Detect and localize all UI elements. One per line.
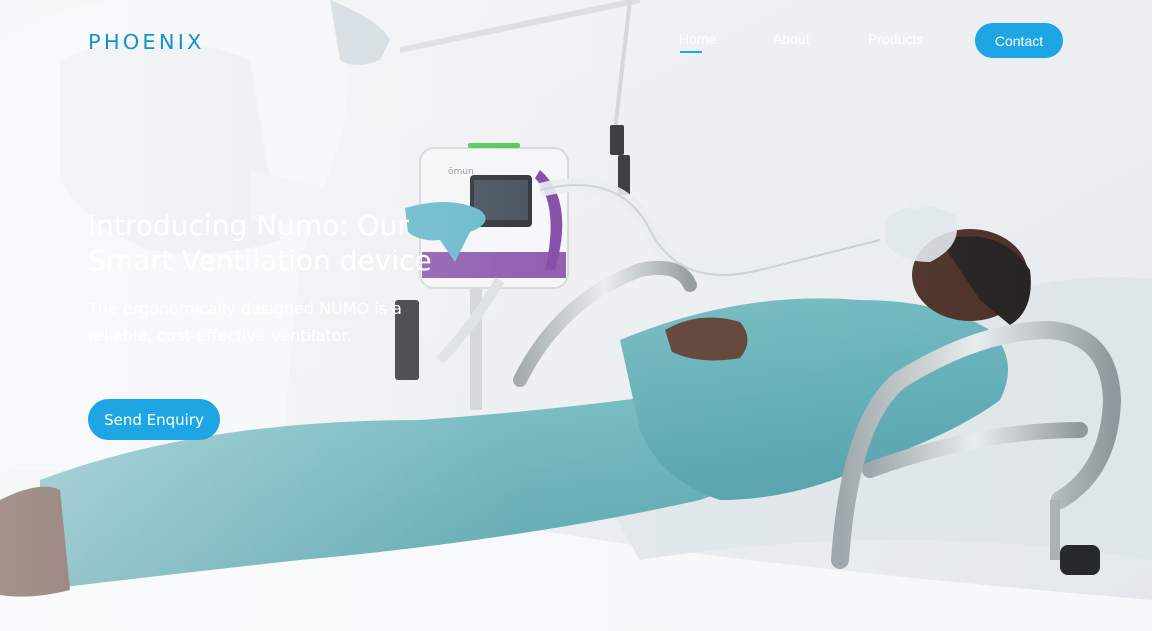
- brand-logo[interactable]: PHOENIX: [88, 30, 205, 54]
- nav-link-home[interactable]: Home: [679, 31, 716, 47]
- contact-button[interactable]: Contact: [975, 23, 1063, 58]
- nav-link-about[interactable]: About: [773, 31, 810, 47]
- send-enquiry-button[interactable]: Send Enquiry: [88, 399, 220, 440]
- nav-active-indicator: [680, 51, 702, 53]
- hero-title: Introducing Numo: Our Smart Ventilation …: [88, 209, 432, 277]
- site-header: PHOENIX Home About Products Contact: [0, 0, 1152, 80]
- hero-subtitle: The ergonomically designed NUMO is a rel…: [88, 299, 402, 345]
- nav-link-products[interactable]: Products: [868, 31, 923, 47]
